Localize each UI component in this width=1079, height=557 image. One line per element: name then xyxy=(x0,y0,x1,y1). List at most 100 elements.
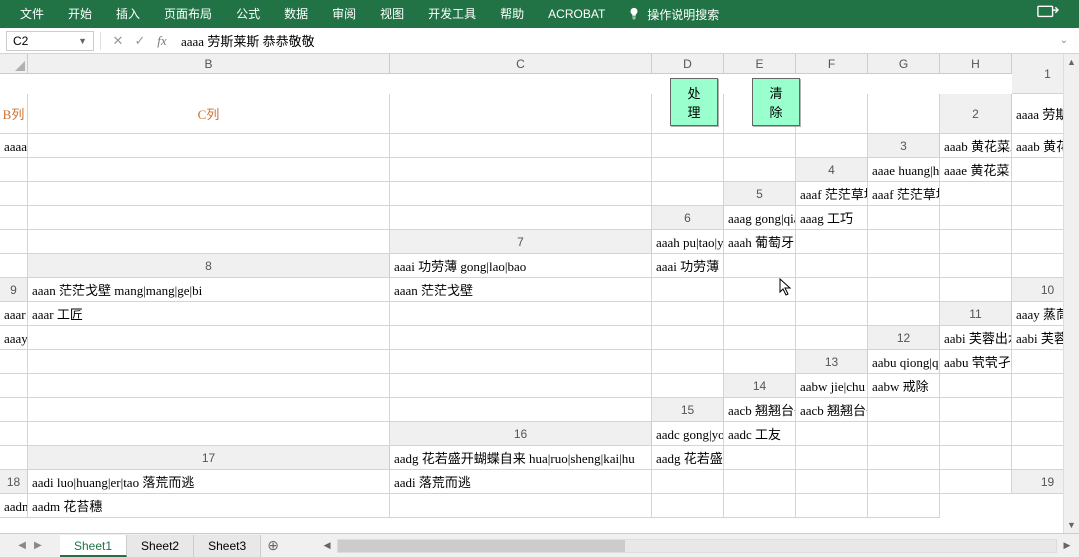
cell-blank[interactable] xyxy=(868,446,940,470)
cell-blank[interactable] xyxy=(652,374,724,398)
column-header-G[interactable]: G xyxy=(868,54,940,74)
cell-blank[interactable] xyxy=(868,422,940,446)
cell-blank[interactable] xyxy=(940,422,1012,446)
cell-blank[interactable] xyxy=(868,398,940,422)
cell-blank[interactable] xyxy=(940,278,1012,302)
cell-blank[interactable] xyxy=(652,494,724,518)
cell-blank[interactable] xyxy=(652,182,724,206)
cell-blank[interactable] xyxy=(940,206,1012,230)
cell-blank[interactable] xyxy=(0,158,28,182)
cell-blank[interactable] xyxy=(940,374,1012,398)
cell-C17[interactable]: aadg 花若盛开蝴蝶自来 xyxy=(652,446,724,470)
ribbon-tab-审阅[interactable]: 审阅 xyxy=(320,0,368,28)
chevron-down-icon[interactable]: ▼ xyxy=(78,36,87,46)
row-header-15[interactable]: 15 xyxy=(652,398,724,422)
scroll-track[interactable] xyxy=(1064,70,1079,517)
cell-blank[interactable] xyxy=(796,278,868,302)
cell-B12[interactable]: aabi 芙蓉出水 fu|rong|chu|shui xyxy=(940,326,1012,350)
ribbon-tab-帮助[interactable]: 帮助 xyxy=(488,0,536,28)
row-header-2[interactable]: 2 xyxy=(940,94,1012,134)
cell-blank[interactable] xyxy=(28,398,390,422)
cell-blank[interactable] xyxy=(868,302,940,326)
ribbon-tab-ACROBAT[interactable]: ACROBAT xyxy=(536,0,617,28)
ribbon-tab-文件[interactable]: 文件 xyxy=(8,0,56,28)
cell-blank[interactable] xyxy=(724,302,796,326)
cell-B3[interactable]: aaab 黄花菜凉了 黄花菜都凉了 huang|hua|cai xyxy=(940,134,1012,158)
cell-blank[interactable] xyxy=(652,326,724,350)
cell-C16[interactable]: aadc 工友 xyxy=(724,422,796,446)
cell-blank[interactable] xyxy=(796,302,868,326)
cell-C4[interactable]: aaae 黄花菜 xyxy=(940,158,1012,182)
cell-blank[interactable] xyxy=(28,206,390,230)
cell-blank[interactable] xyxy=(796,446,868,470)
row-header-16[interactable]: 16 xyxy=(390,422,652,446)
cell-C9[interactable]: aaan 茫茫戈壁 xyxy=(390,278,652,302)
cell-B19[interactable]: aadm hua|tai|sui 花苔穗 xyxy=(0,494,28,518)
cell-B10[interactable]: aaar gong|jiang 工匠 xyxy=(0,302,28,326)
cell-blank[interactable] xyxy=(28,182,390,206)
cell-blank[interactable] xyxy=(868,494,940,518)
cell-C15[interactable]: aacb 翘翘台子 xyxy=(796,398,868,422)
ribbon-tab-插入[interactable]: 插入 xyxy=(104,0,152,28)
row-header-3[interactable]: 3 xyxy=(868,134,940,158)
cell-blank[interactable] xyxy=(940,254,1012,278)
ribbon-tab-开始[interactable]: 开始 xyxy=(56,0,104,28)
cell-C6[interactable]: aaag 工巧 xyxy=(796,206,868,230)
sheet-tab-Sheet3[interactable]: Sheet3 xyxy=(194,535,261,557)
cell-blank[interactable] xyxy=(724,494,796,518)
cell-B9[interactable]: aaan 茫茫戈壁 mang|mang|ge|bi xyxy=(28,278,390,302)
name-box[interactable]: C2 ▼ xyxy=(6,31,94,51)
row-header-6[interactable]: 6 xyxy=(652,206,724,230)
cell-C2[interactable]: aaaa 劳斯莱斯 恭恭敬敬 xyxy=(0,134,28,158)
cell-blank[interactable] xyxy=(390,94,652,134)
column-header-D[interactable]: D xyxy=(652,54,724,74)
cell-blank[interactable] xyxy=(0,374,28,398)
column-header-H[interactable]: H xyxy=(940,54,1012,74)
cell-blank[interactable] xyxy=(796,494,868,518)
cell-B7[interactable]: aaah pu|tao|ya 葡萄牙 xyxy=(652,230,724,254)
ribbon-tab-数据[interactable]: 数据 xyxy=(272,0,320,28)
cell-blank[interactable] xyxy=(0,446,28,470)
scroll-up-button[interactable]: ▲ xyxy=(1064,54,1079,70)
hscroll-track[interactable] xyxy=(337,539,1057,553)
cell-blank[interactable] xyxy=(28,230,390,254)
cell-blank[interactable] xyxy=(652,302,724,326)
cell-blank[interactable] xyxy=(390,398,652,422)
cell-C11[interactable]: aaay 蒸茼蒿 劳苦功高 xyxy=(0,326,28,350)
cell-blank[interactable] xyxy=(724,446,796,470)
row-header-5[interactable]: 5 xyxy=(724,182,796,206)
cell-blank[interactable] xyxy=(0,422,28,446)
cell-C7[interactable]: aaah 葡萄牙 xyxy=(724,230,796,254)
accept-formula-button[interactable]: ✓ xyxy=(129,31,151,51)
cell-C14[interactable]: aabw 戒除 xyxy=(868,374,940,398)
cell-B1[interactable]: B列 xyxy=(0,94,28,134)
cell-blank[interactable] xyxy=(28,326,390,350)
cell-blank[interactable] xyxy=(868,278,940,302)
cancel-formula-button[interactable]: ✕ xyxy=(107,31,129,51)
cell-C1[interactable]: C列 xyxy=(28,94,390,134)
cell-blank[interactable] xyxy=(390,350,652,374)
column-header-E[interactable]: E xyxy=(724,54,796,74)
cell-blank[interactable] xyxy=(796,134,868,158)
cell-B17[interactable]: aadg 花若盛开蝴蝶自来 hua|ruo|sheng|kai|hu xyxy=(390,446,652,470)
cell-blank[interactable] xyxy=(940,230,1012,254)
cell-blank[interactable] xyxy=(390,158,652,182)
cell-B6[interactable]: aaag gong|qiao 工巧 xyxy=(724,206,796,230)
cell-blank[interactable] xyxy=(28,374,390,398)
fx-button[interactable]: fx xyxy=(151,31,173,51)
cell-blank[interactable] xyxy=(390,326,652,350)
sheet-tab-Sheet2[interactable]: Sheet2 xyxy=(127,535,194,557)
cell-blank[interactable] xyxy=(796,230,868,254)
cell-C5[interactable]: aaaf 茫茫草地 xyxy=(868,182,940,206)
cell-blank[interactable] xyxy=(0,350,28,374)
cell-blank[interactable] xyxy=(724,350,796,374)
cell-blank[interactable] xyxy=(28,158,390,182)
process-button[interactable]: 处理 xyxy=(670,78,718,126)
cell-blank[interactable] xyxy=(724,254,796,278)
cell-blank[interactable] xyxy=(0,230,28,254)
cell-C19[interactable]: aadm 花苔穗 xyxy=(28,494,390,518)
cell-blank[interactable] xyxy=(390,182,652,206)
row-header-17[interactable]: 17 xyxy=(28,446,390,470)
column-header-F[interactable]: F xyxy=(796,54,868,74)
add-sheet-button[interactable]: ⊕ xyxy=(261,537,285,554)
